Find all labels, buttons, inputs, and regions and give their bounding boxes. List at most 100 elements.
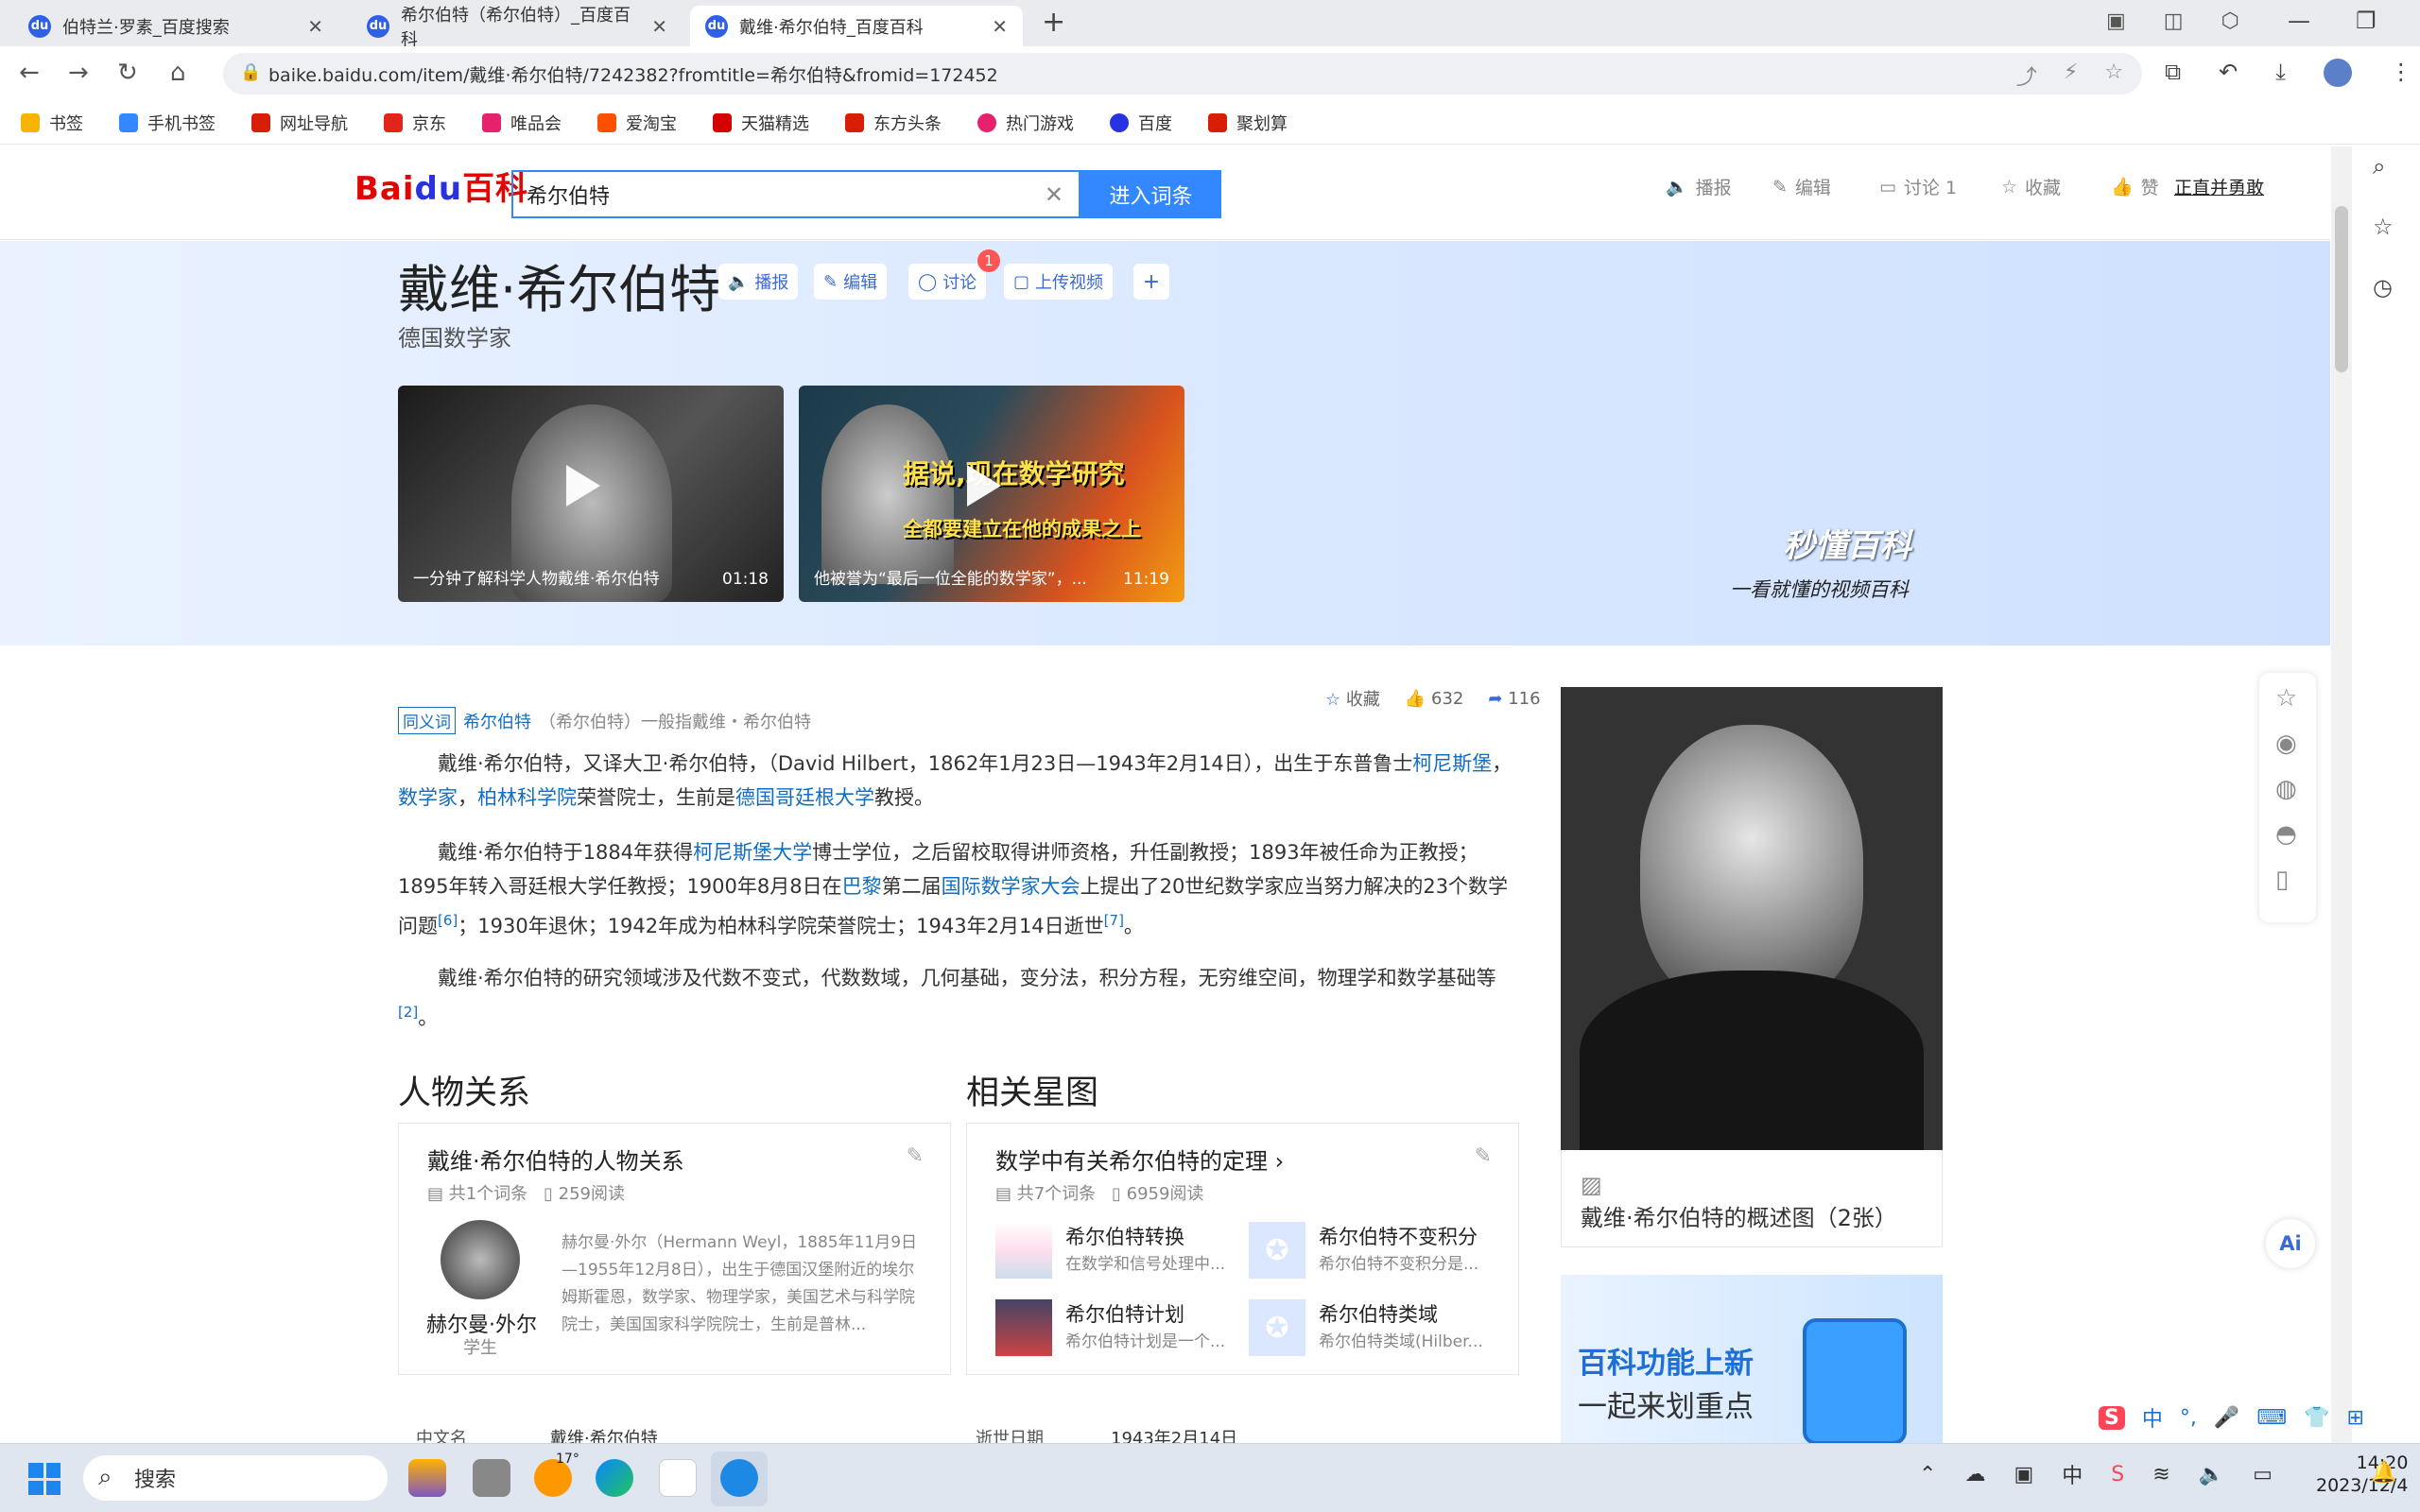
star-item-title[interactable]: 希尔伯特类域 [1319,1299,1438,1328]
wifi-icon[interactable]: ≋ [2152,1463,2169,1486]
bookmark-item[interactable]: 东方头条 [845,111,942,135]
qq-icon[interactable]: ◓ [2275,820,2297,849]
honest-link[interactable]: 正直并勇敢 [2174,174,2264,199]
extensions-icon[interactable]: ⬡ [2221,9,2239,33]
header-edit[interactable]: ✎ 编辑 [1772,174,1831,199]
bookmark-item[interactable]: 手机书签 [119,111,216,135]
link[interactable]: 柯尼斯堡大学 [693,841,812,864]
reference-link[interactable]: [7] [1104,912,1124,929]
bookmark-item[interactable]: 唯品会 [482,111,562,135]
undo-icon[interactable]: ↶ [2219,59,2238,87]
scrollbar-thumb[interactable] [2335,206,2348,372]
bookmark-item[interactable]: 聚划算 [1208,111,1288,135]
ime-mode[interactable]: 中 [2142,1402,2163,1433]
close-icon[interactable]: ✕ [307,15,323,38]
forward-icon[interactable]: → [68,59,89,87]
defender-icon[interactable]: ▣ [2014,1463,2033,1486]
search-input[interactable]: 希尔伯特 ✕ [511,170,1080,218]
restore-icon[interactable]: ❐ [2356,8,2377,34]
upload-video-button[interactable]: ▢ 上传视频 [1004,264,1114,300]
star-icon[interactable]: ☆ [2275,684,2297,713]
notification-icon[interactable]: 🔔 [2371,1461,2396,1485]
baike-logo[interactable]: Baidu百科 [354,163,528,209]
url-bar[interactable]: 🔒 baike.baidu.com/item/戴维·希尔伯特/7242382?f… [223,53,2142,94]
person-avatar[interactable] [441,1220,520,1299]
menu-icon[interactable]: ⋮ [2390,59,2412,87]
link[interactable]: 国际数学家大会 [942,875,1080,898]
sogou-icon[interactable]: S [2099,1405,2125,1430]
share-stat[interactable]: ➦ 116 [1488,689,1540,709]
ai-assistant-icon[interactable]: Ai [2266,1219,2315,1268]
video-card-1[interactable]: 一分钟了解科学人物戴维·希尔伯特 01:18 [398,386,784,602]
link[interactable]: 柯尼斯堡 [1412,752,1492,775]
bookmark-item[interactable]: 网址导航 [251,111,348,135]
header-like[interactable]: 👍 赞 [2111,174,2159,199]
cloud-icon[interactable]: ☁ [1964,1463,1985,1486]
bolt-icon[interactable]: ⚡ [2064,60,2078,91]
ime-indicator[interactable]: 中 [2062,1459,2083,1489]
mic-icon[interactable]: 🎤 [2214,1406,2239,1430]
bookmark-item[interactable]: 爱淘宝 [597,111,677,135]
tab-hilbert-alias[interactable]: du 希尔伯特（希尔伯特）_百度百科 ✕ [352,6,683,50]
star-item-title[interactable]: 希尔伯特转换 [1065,1222,1184,1250]
share-icon[interactable]: ⤴ [2016,60,2037,91]
promo-banner[interactable]: 百科功能上新 一起来划重点 [1561,1275,1943,1445]
favorite-icon[interactable]: ☆ [2373,214,2394,240]
relations-card[interactable]: 戴维·希尔伯特的人物关系 ✎ ▤ 共1个词条 ▯ 259阅读 赫尔曼·外尔 学生… [398,1123,951,1375]
reader-icon[interactable]: ▣ [2106,9,2126,33]
edit-button[interactable]: ✎ 编辑 [814,264,888,300]
mobile-icon[interactable]: ▯ [2275,866,2297,894]
profile-switch-icon[interactable]: ◫ [2164,9,2184,33]
download-icon[interactable]: ⤓ [2275,59,2286,87]
link[interactable]: 柏林科学院 [477,786,577,809]
album-image[interactable] [1561,687,1943,1150]
bookmark-item[interactable]: 热门游戏 [977,111,1074,135]
close-icon[interactable]: ✕ [651,15,667,38]
volume-icon[interactable]: 🔈 [2199,1463,2224,1486]
sogou-icon[interactable]: S [2111,1463,2124,1486]
collect-stat[interactable]: ☆ 收藏 [1325,686,1380,711]
tab-russell[interactable]: du 伯特兰·罗素_百度搜索 ✕ [13,6,338,46]
link[interactable]: 巴黎 [842,875,882,898]
star-item-title[interactable]: 希尔伯特不变积分 [1319,1222,1478,1250]
app-icon[interactable] [408,1459,446,1497]
header-broadcast[interactable]: 🔈 播报 [1666,174,1732,199]
synonym-link[interactable]: 希尔伯特 [463,709,531,733]
weibo-icon[interactable]: ◉ [2275,730,2297,758]
clear-icon[interactable]: ✕ [1045,181,1063,208]
link[interactable]: 数学家 [398,786,458,809]
star-item-title[interactable]: 希尔伯特计划 [1065,1299,1184,1328]
discuss-button[interactable]: ◯ 讨论 [908,264,987,300]
bookmark-item[interactable]: 天猫精选 [713,111,809,135]
bookmark-item[interactable]: 书签 [21,111,83,135]
star-map-card[interactable]: 数学中有关希尔伯特的定理 › ✎ ▤ 共7个词条 ▯ 6959阅读 希尔伯特转换… [966,1123,1519,1375]
taskbar-search[interactable]: ⌕ 搜索 [83,1455,388,1501]
search-button[interactable]: 进入词条 [1080,170,1221,218]
windows-start-icon[interactable] [28,1463,60,1495]
star-map-title[interactable]: 数学中有关希尔伯特的定理 › [995,1143,1284,1176]
video-card-2[interactable]: 据说,现在数学研究 全都要建立在他的成果之上 他被誉为“最后一位全能的数学家”，… [799,386,1184,602]
puzzle-icon[interactable]: ⧉ [2165,59,2181,87]
battery-icon[interactable]: ▭ [2253,1463,2273,1486]
home-icon[interactable]: ⌂ [170,59,186,87]
minimize-icon[interactable]: — [2288,8,2310,34]
keyboard-icon[interactable]: ⌨ [2256,1406,2287,1430]
like-stat[interactable]: 👍 632 [1405,689,1464,709]
edge-icon[interactable] [596,1459,633,1497]
bookmark-item[interactable]: 京东 [384,111,446,135]
bookmark-item[interactable]: 百度 [1110,111,1172,135]
back-icon[interactable]: ← [19,59,40,87]
album-caption[interactable]: ▨ 戴维·希尔伯特的概述图（2张） [1561,1150,1943,1247]
history-icon[interactable]: ◷ [2373,274,2394,301]
new-tab-button[interactable]: + [1042,6,1065,39]
reference-link[interactable]: [6] [438,912,458,929]
file-icon[interactable] [659,1459,697,1497]
reload-icon[interactable]: ↻ [117,59,138,87]
browser-icon[interactable] [720,1459,758,1497]
star-icon[interactable]: ☆ [2104,60,2123,91]
edit-icon[interactable]: ✎ [1475,1144,1492,1168]
close-icon[interactable]: ✕ [992,15,1008,38]
wechat-icon[interactable]: ◍ [2275,775,2297,803]
skin-icon[interactable]: 👕 [2304,1406,2329,1430]
search-icon[interactable]: ⌕ [2373,153,2394,180]
